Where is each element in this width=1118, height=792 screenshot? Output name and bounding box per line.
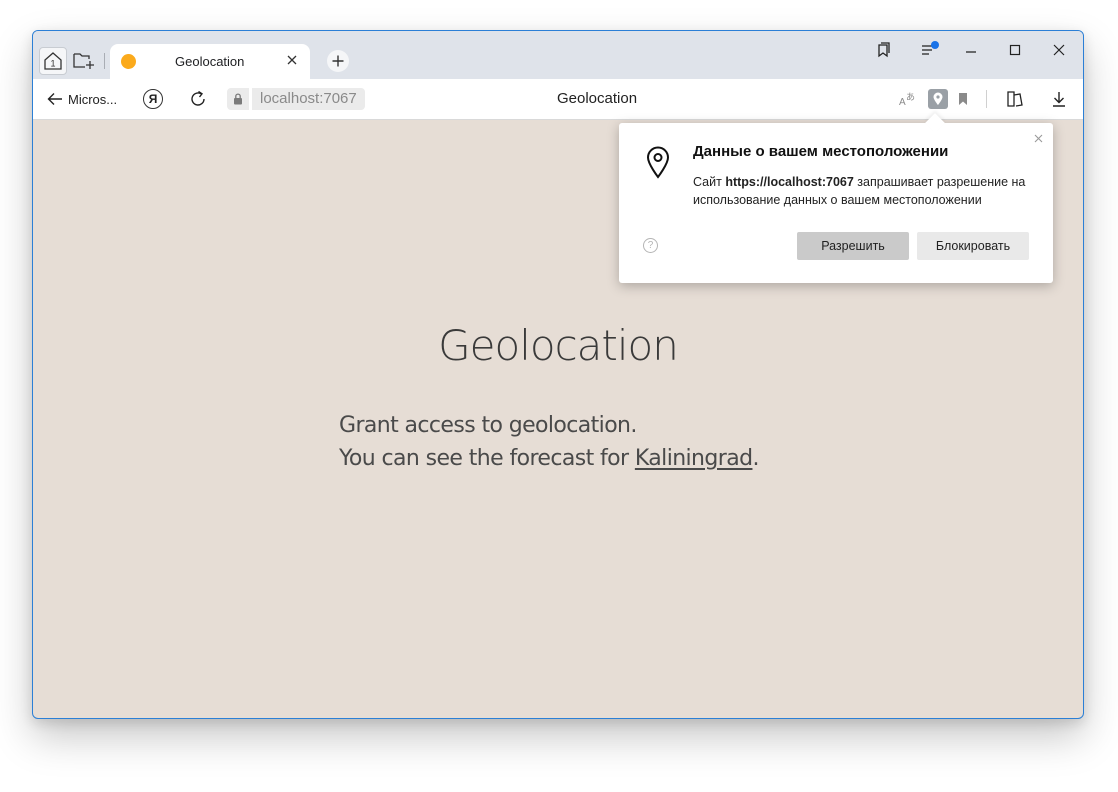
city-link[interactable]: Kaliningrad (635, 446, 753, 471)
close-icon[interactable] (282, 50, 302, 70)
help-icon[interactable]: ? (643, 238, 658, 253)
page-title: Geolocation (557, 90, 638, 107)
translate-icon[interactable]: Aあ (897, 89, 917, 109)
message-line-1: Grant access to geolocation. (339, 413, 637, 438)
tab-geolocation[interactable]: Geolocation (110, 44, 310, 79)
arrow-left-icon (47, 93, 62, 105)
menu-icon[interactable] (914, 39, 942, 61)
message-line-2-prefix: You can see the forecast for (339, 446, 635, 471)
popup-site-url: https://localhost:7067 (725, 175, 854, 189)
svg-text:1: 1 (50, 59, 55, 69)
maximize-icon[interactable] (1001, 39, 1029, 61)
svg-text:あ: あ (906, 92, 915, 102)
allow-button[interactable]: Разрешить (797, 232, 909, 260)
back-button[interactable]: Micros... (47, 89, 117, 109)
notification-dot (931, 41, 939, 49)
reload-icon[interactable] (188, 89, 208, 109)
popup-message: Сайт https://localhost:7067 запрашивает … (693, 173, 1043, 209)
popup-title: Данные о вашем местоположении (693, 143, 949, 160)
favicon-icon (121, 54, 136, 69)
address-bar: Micros... Я localhost:7067 Geolocation A… (33, 79, 1083, 120)
addressbar-divider (986, 90, 987, 108)
reader-mode-icon[interactable] (1005, 89, 1025, 109)
location-pin-icon[interactable] (928, 89, 948, 109)
popup-message-prefix: Сайт (693, 175, 726, 189)
page-message: Grant access to geolocation. You can see… (339, 409, 760, 475)
new-folder-icon[interactable] (71, 47, 97, 73)
geolocation-permission-popup: Данные о вашем местоположении Сайт https… (619, 113, 1053, 283)
tabbar-divider (104, 53, 105, 69)
url-field[interactable]: localhost:7067 (252, 88, 365, 110)
page-heading: Geolocation (438, 321, 679, 370)
lock-icon[interactable] (227, 88, 249, 110)
browser-window: 1 Geolocation Micros... Я localhost:7067… (32, 30, 1084, 719)
tab-bar: 1 Geolocation (33, 31, 1083, 79)
download-icon[interactable] (1049, 89, 1069, 109)
bookmark-icon[interactable] (953, 89, 973, 109)
plus-icon[interactable] (327, 50, 349, 72)
minimize-icon[interactable] (957, 39, 985, 61)
close-window-icon[interactable] (1045, 39, 1073, 61)
close-icon[interactable] (1031, 131, 1045, 145)
svg-text:A: A (899, 97, 906, 107)
home-icon[interactable]: 1 (39, 47, 67, 75)
tab-title: Geolocation (175, 54, 245, 69)
collections-icon[interactable] (869, 39, 897, 61)
location-pin-icon (645, 145, 675, 181)
back-button-label: Micros... (68, 91, 118, 107)
message-line-2-suffix: . (752, 446, 759, 471)
message-line-2: You can see the forecast for Kaliningrad… (339, 442, 760, 475)
yandex-button[interactable]: Я (143, 89, 163, 109)
block-button[interactable]: Блокировать (917, 232, 1029, 260)
